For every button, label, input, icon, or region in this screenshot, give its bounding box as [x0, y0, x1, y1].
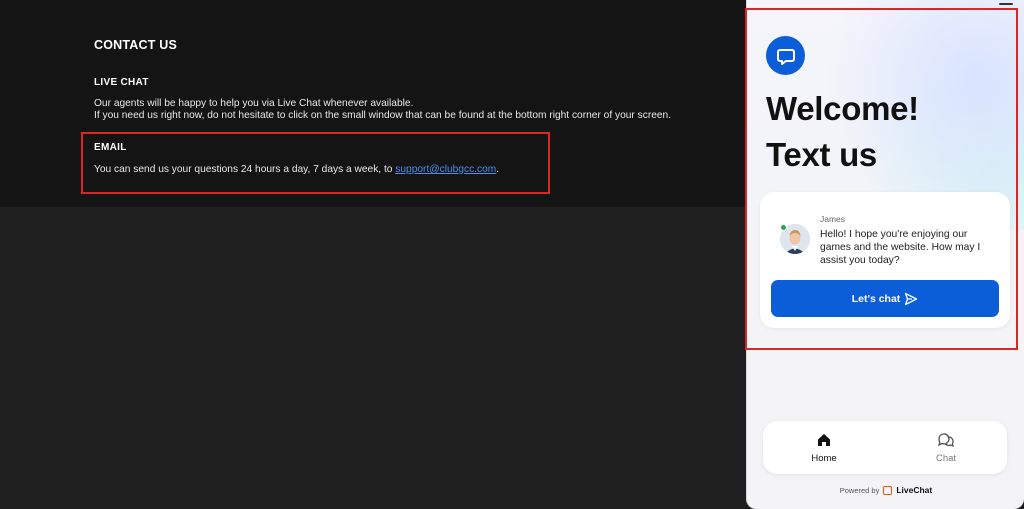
home-icon: [818, 433, 830, 446]
nav-chat[interactable]: Chat: [885, 421, 1007, 474]
live-chat-text-line2: If you need us right now, do not hesitat…: [94, 110, 672, 121]
page-background: [0, 207, 746, 509]
email-highlight-box: [81, 132, 550, 194]
nav-home[interactable]: Home: [763, 421, 885, 474]
bottom-navigation: Home Chat: [763, 421, 1007, 474]
widget-highlight-box: [745, 8, 1018, 350]
powered-by-footer[interactable]: Powered by LiveChat: [747, 485, 1024, 495]
contact-title: CONTACT US: [94, 38, 178, 52]
nav-home-label: Home: [811, 452, 837, 464]
nav-chat-label: Chat: [935, 452, 957, 464]
livechat-brand: LiveChat: [896, 485, 933, 495]
powered-by-text: Powered by: [839, 485, 880, 495]
chat-bubbles-icon: [938, 432, 954, 447]
live-chat-heading: LIVE CHAT: [94, 77, 149, 88]
livechat-logo-icon: [883, 485, 893, 495]
minimize-icon[interactable]: [999, 3, 1013, 5]
